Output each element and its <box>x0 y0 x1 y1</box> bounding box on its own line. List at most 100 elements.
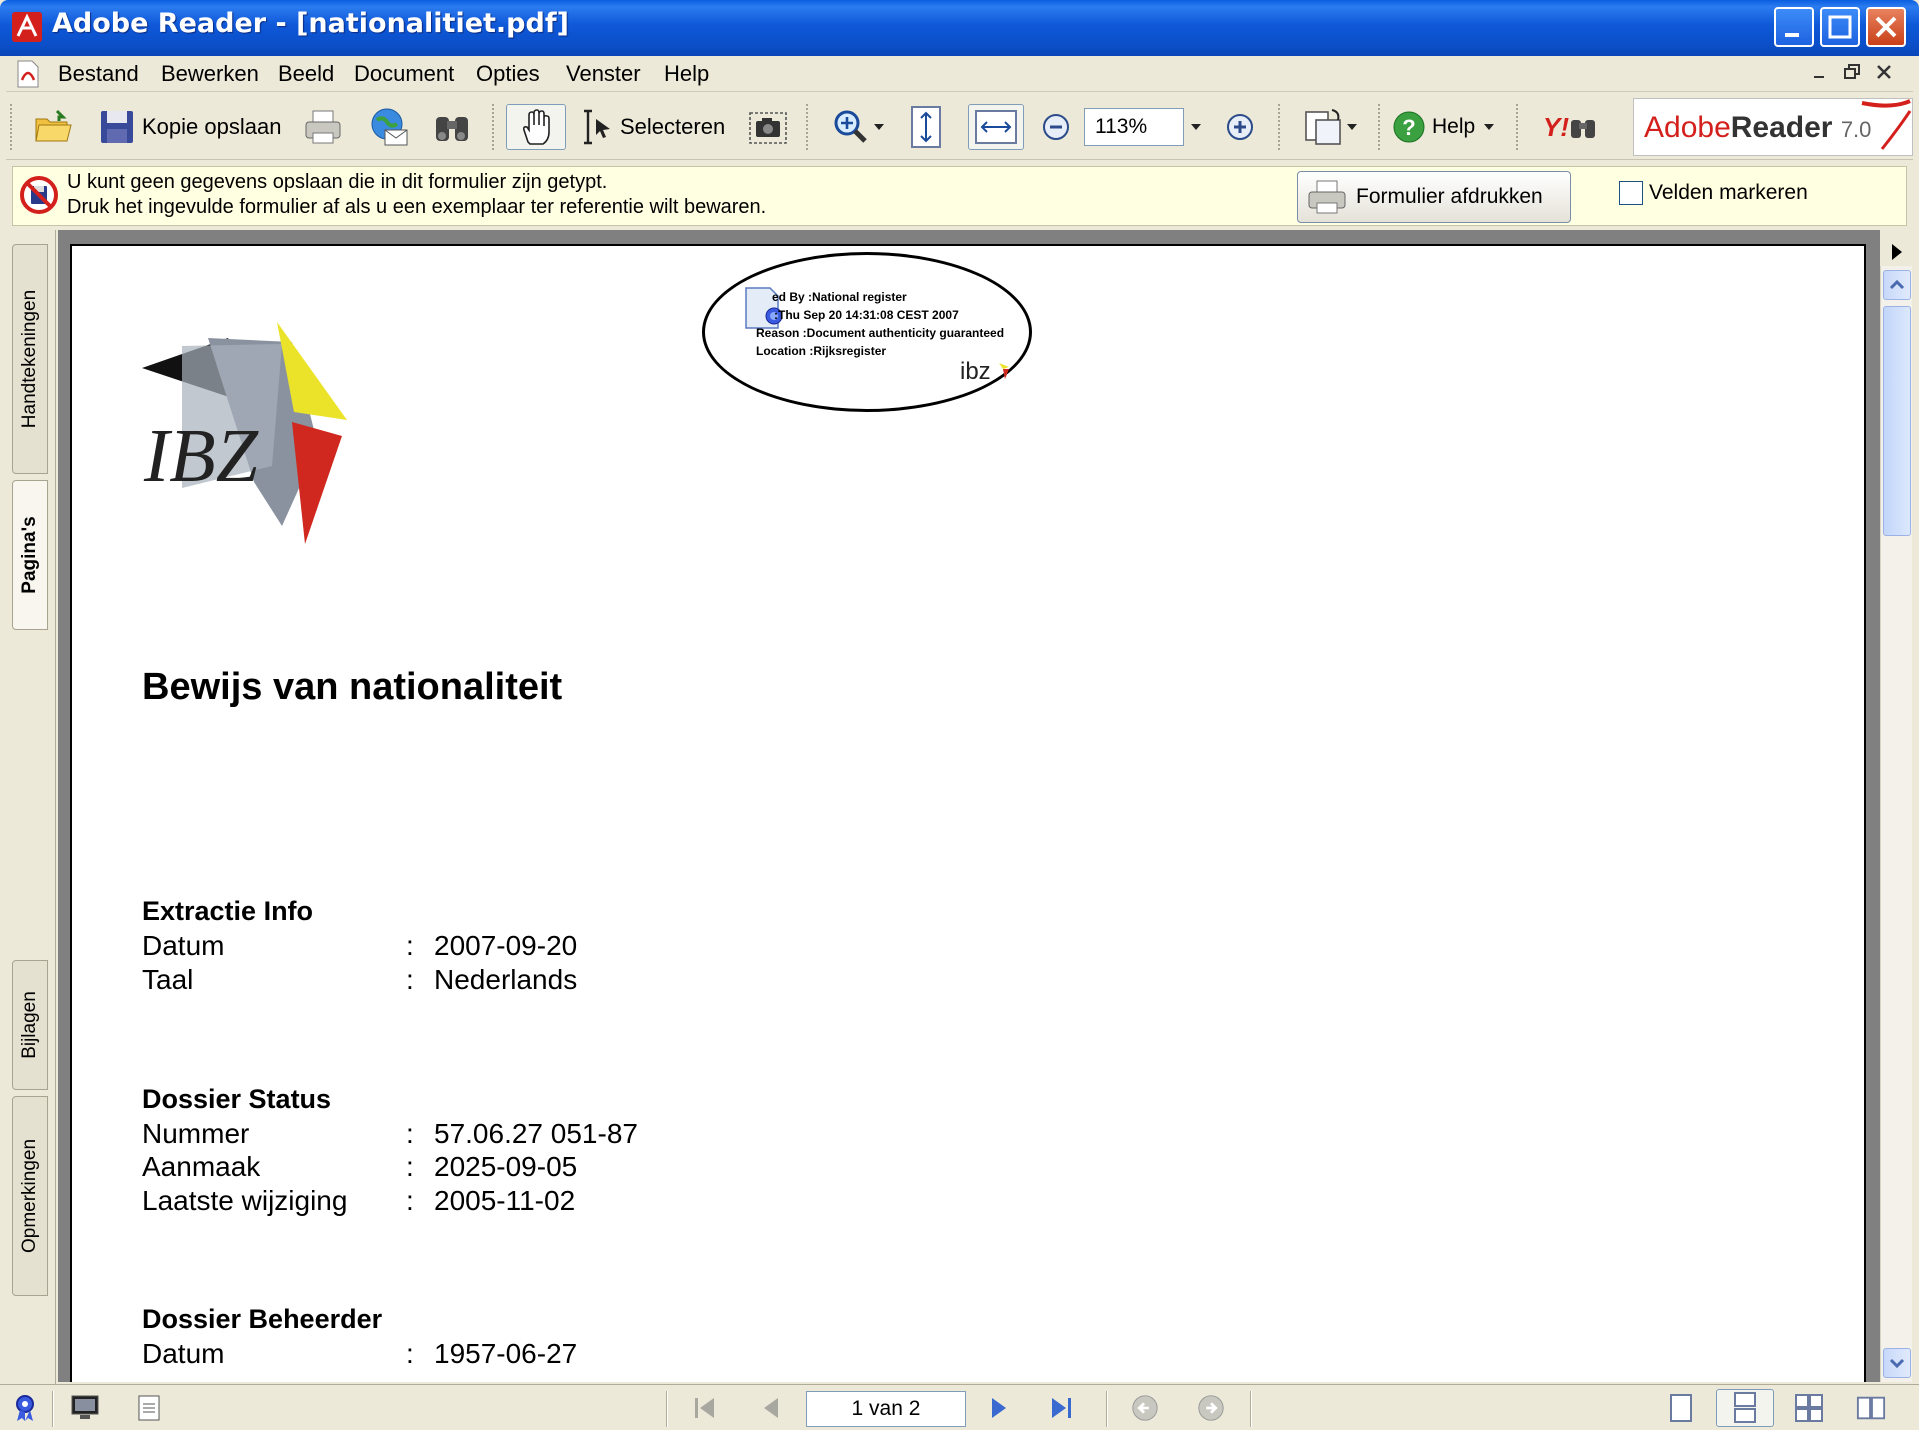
chevron-down-icon <box>1484 124 1495 130</box>
last-page-icon <box>1052 1398 1071 1418</box>
print-form-label: Formulier afdrukken <box>1356 185 1543 208</box>
display-mode-button[interactable] <box>70 1393 100 1423</box>
maximize-button[interactable] <box>1820 7 1860 47</box>
fit-width-button[interactable] <box>968 104 1024 150</box>
single-page-view-button[interactable] <box>1666 1393 1696 1423</box>
save-copy-button[interactable]: Kopie opslaan <box>98 104 288 150</box>
tab-handtekeningen-label: Handtekeningen <box>19 289 40 429</box>
scroll-thumb[interactable] <box>1883 306 1911 536</box>
message-line-2: Druk het ingevulde formulier af als u ee… <box>67 196 767 218</box>
open-button[interactable] <box>32 104 74 150</box>
email-button[interactable] <box>366 104 410 150</box>
menu-bewerken[interactable]: Bewerken <box>161 61 259 87</box>
expand-panel-button[interactable] <box>1882 234 1910 270</box>
nav-pane-splitter[interactable] <box>52 230 56 1385</box>
adobe-reader-banner[interactable]: AdobeReader 7.0 <box>1633 98 1913 156</box>
previous-page-button[interactable] <box>756 1393 786 1423</box>
doc-close-button[interactable] <box>1872 62 1896 86</box>
minimize-button[interactable] <box>1774 7 1814 47</box>
fit-width-icon <box>975 110 1017 144</box>
mark-fields-toggle[interactable]: Velden markeren <box>1619 181 1808 205</box>
status-separator <box>1250 1391 1252 1427</box>
adobe-reader-logo: AdobeReader 7.0 <box>1644 111 1871 145</box>
scroll-up-button[interactable] <box>1883 270 1911 300</box>
continuous-view-button[interactable] <box>1716 1389 1774 1427</box>
tab-paginas-label: Pagina's <box>19 516 40 594</box>
tab-handtekeningen[interactable]: Handtekeningen <box>12 244 48 474</box>
print-form-button[interactable]: Formulier afdrukken <box>1297 171 1571 223</box>
field-colon: : <box>406 1118 414 1149</box>
fit-page-button[interactable] <box>906 104 946 150</box>
tab-bijlagen[interactable]: Bijlagen <box>12 960 48 1090</box>
go-forward-button[interactable] <box>1196 1393 1226 1423</box>
field-label: Datum <box>142 930 225 961</box>
toolbar-grip[interactable] <box>492 104 496 150</box>
zoom-level-input[interactable]: 113% <box>1084 108 1184 146</box>
close-button[interactable] <box>1866 7 1906 47</box>
next-page-icon <box>992 1398 1006 1418</box>
next-page-button[interactable] <box>984 1393 1014 1423</box>
floppy-disk-icon <box>101 111 133 143</box>
zoom-out-button[interactable] <box>1036 104 1076 150</box>
zoom-dropdown-button[interactable] <box>1184 104 1208 150</box>
facing-view-button[interactable] <box>1794 1393 1824 1423</box>
section-heading: Extractie Info <box>142 896 314 926</box>
document-viewport[interactable]: IBZ ed By :National register :Thu Sep 20… <box>58 230 1880 1382</box>
tab-paginas[interactable]: Pagina's <box>12 480 48 630</box>
menu-document[interactable]: Document <box>354 61 454 87</box>
field-label: Aanmaak <box>142 1151 261 1182</box>
message-line-1: U kunt geen gegevens opslaan die in dit … <box>67 171 608 193</box>
signature-status-button[interactable] <box>10 1393 40 1423</box>
zoom-out-icon <box>1043 114 1069 140</box>
ibz-small-logo-text: ibz <box>960 358 991 385</box>
select-tool-button[interactable]: Selecteren <box>578 104 738 150</box>
adobe-swoosh-icon <box>1861 99 1912 150</box>
pdf-page: IBZ ed By :National register :Thu Sep 20… <box>70 244 1866 1382</box>
menu-opties[interactable]: Opties <box>476 61 540 87</box>
hand-tool-button[interactable] <box>506 104 566 150</box>
toolbar-grip[interactable] <box>10 104 14 150</box>
rotate-view-button[interactable] <box>1296 104 1366 150</box>
field-colon: : <box>406 964 414 995</box>
brand-reader: Reader <box>1730 111 1833 144</box>
two-up-view-button[interactable] <box>1856 1393 1886 1423</box>
scroll-down-button[interactable] <box>1883 1348 1911 1378</box>
zoom-in-tool-button[interactable] <box>824 104 894 150</box>
ibz-logo-text: IBZ <box>143 414 259 498</box>
pdf-document-icon[interactable] <box>16 60 40 88</box>
toolbar: Kopie opslaan Selecteren 113% ? Help Y! … <box>6 94 1913 160</box>
search-button[interactable] <box>430 104 474 150</box>
last-page-button[interactable] <box>1046 1393 1076 1423</box>
yahoo-search-button[interactable]: Y! <box>1530 104 1610 150</box>
section-heading: Dossier Beheerder <box>142 1304 383 1334</box>
vertical-scrollbar[interactable] <box>1880 266 1912 1382</box>
menu-help[interactable]: Help <box>664 61 709 87</box>
toolbar-grip[interactable] <box>806 104 810 150</box>
menu-venster[interactable]: Venster <box>566 61 641 87</box>
doc-restore-button[interactable] <box>1840 62 1864 86</box>
mark-fields-checkbox[interactable] <box>1619 181 1643 205</box>
snapshot-button[interactable] <box>746 104 790 150</box>
tab-opmerkingen[interactable]: Opmerkingen <box>12 1096 48 1296</box>
toolbar-grip[interactable] <box>1378 104 1382 150</box>
doc-minimize-button[interactable] <box>1808 62 1832 86</box>
adobe-reader-app-icon[interactable] <box>10 10 44 44</box>
help-button[interactable]: ? Help <box>1392 104 1504 150</box>
zoom-in-button[interactable] <box>1220 104 1260 150</box>
toolbar-grip[interactable] <box>1516 104 1520 150</box>
field-label: Datum <box>142 1338 225 1369</box>
page-number-input[interactable]: 1 van 2 <box>806 1391 966 1427</box>
first-page-button[interactable] <box>690 1393 720 1423</box>
field-colon: : <box>406 1338 414 1369</box>
menu-bestand[interactable]: Bestand <box>58 61 139 87</box>
field-value: 2005-11-02 <box>434 1185 576 1216</box>
title-bar[interactable]: Adobe Reader - [nationalitiet.pdf] <box>0 0 1919 56</box>
menu-beeld[interactable]: Beeld <box>278 61 334 87</box>
print-button[interactable] <box>302 104 344 150</box>
go-back-button[interactable] <box>1130 1393 1160 1423</box>
ribbon-icon <box>16 1395 34 1421</box>
close-icon <box>1877 65 1891 79</box>
window-title: Adobe Reader - [nationalitiet.pdf] <box>52 8 569 39</box>
toolbar-grip[interactable] <box>1278 104 1282 150</box>
document-properties-button[interactable] <box>134 1393 164 1423</box>
